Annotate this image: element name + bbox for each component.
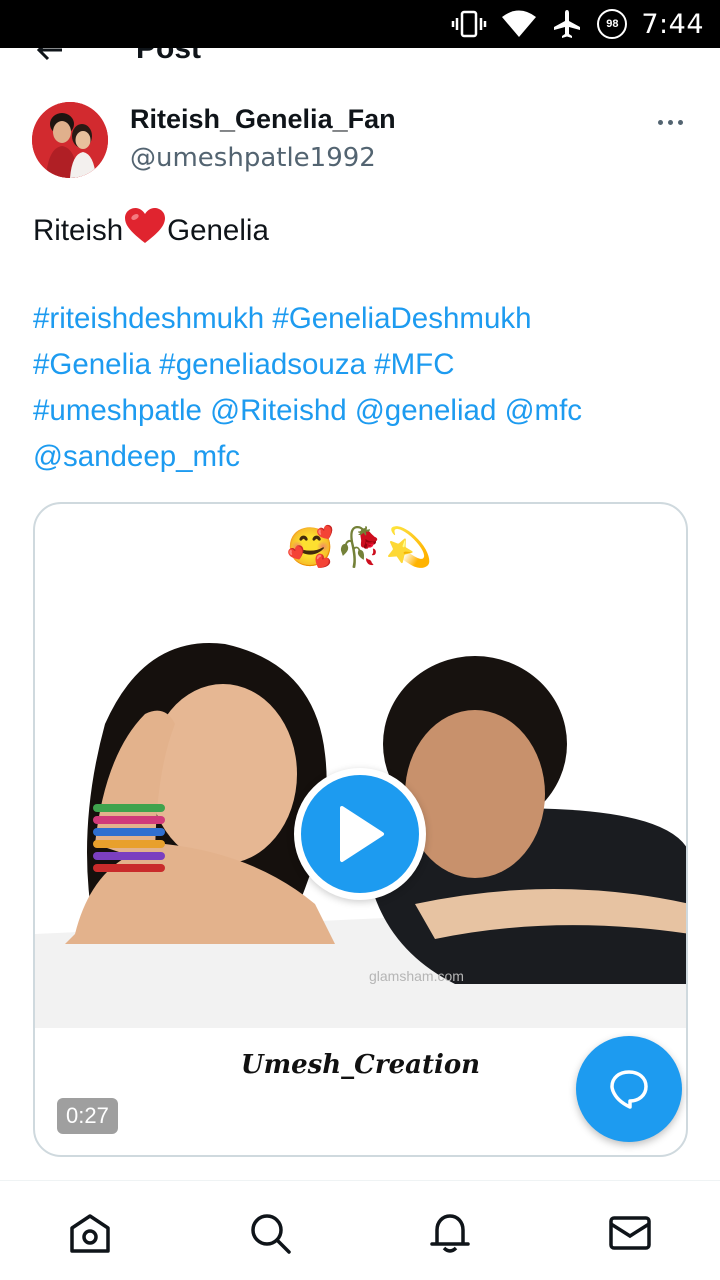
- post-text-part: Riteish: [33, 214, 124, 247]
- mention-link[interactable]: @geneliad: [355, 394, 497, 427]
- red-heart-icon: [125, 208, 166, 243]
- airplane-icon: [554, 10, 581, 38]
- hashtag-link[interactable]: #Genelia: [33, 348, 151, 381]
- arrow-left-icon[interactable]: [34, 48, 66, 66]
- notifications-icon: [430, 1214, 470, 1253]
- nav-home[interactable]: [66, 1209, 114, 1257]
- wifi-icon: [502, 10, 537, 37]
- mention-link[interactable]: @mfc: [505, 394, 582, 427]
- home-icon: [70, 1214, 110, 1253]
- avatar[interactable]: [32, 102, 108, 178]
- search-icon: [251, 1214, 291, 1254]
- chat-bubble-icon: [610, 1070, 648, 1109]
- hashtag-link[interactable]: #umeshpatle: [33, 394, 202, 427]
- post-text-part: Genelia: [167, 214, 269, 247]
- author-handle[interactable]: @umeshpatle1992: [130, 143, 376, 173]
- mention-link[interactable]: @Riteishd: [210, 394, 347, 427]
- hashtag-link[interactable]: #MFC: [374, 348, 454, 381]
- status-bar: 98 7:44: [0, 0, 720, 48]
- new-message-fab[interactable]: [576, 1036, 682, 1142]
- page-title: Post: [136, 48, 202, 65]
- battery-icon: 98: [597, 9, 628, 39]
- nav-search[interactable]: [246, 1209, 294, 1257]
- play-icon: [340, 806, 384, 862]
- bottom-nav: [0, 1180, 720, 1280]
- more-options-icon[interactable]: [652, 112, 688, 132]
- nav-messages[interactable]: [606, 1209, 654, 1257]
- author-display-name[interactable]: Riteish_Genelia_Fan: [130, 104, 396, 135]
- media-emoji: 🥰🥀💫: [286, 527, 435, 569]
- avatar-image: [32, 102, 108, 178]
- messages-icon: [609, 1216, 651, 1250]
- vibrate-icon: [452, 10, 487, 38]
- clock: 7:44: [641, 8, 704, 40]
- post-header: Post: [0, 48, 720, 72]
- nav-notifications[interactable]: [426, 1209, 474, 1257]
- hashtag-link[interactable]: #geneliadsouza: [159, 348, 366, 381]
- status-icons: 98 7:44: [451, 0, 704, 48]
- hashtag-link[interactable]: #GeneliaDeshmukh: [272, 302, 531, 335]
- post-text: Riteish Genelia: [33, 208, 693, 254]
- thumbnail-watermark: glamsham.com: [369, 968, 464, 984]
- play-button[interactable]: [294, 768, 426, 900]
- battery-level: 98: [606, 18, 619, 30]
- post-tags: #riteishdeshmukh #GeneliaDeshmukh #Genel…: [33, 296, 693, 480]
- mention-link[interactable]: @sandeep_mfc: [33, 440, 240, 473]
- video-duration-badge: 0:27: [57, 1098, 118, 1134]
- hashtag-link[interactable]: #riteishdeshmukh: [33, 302, 264, 335]
